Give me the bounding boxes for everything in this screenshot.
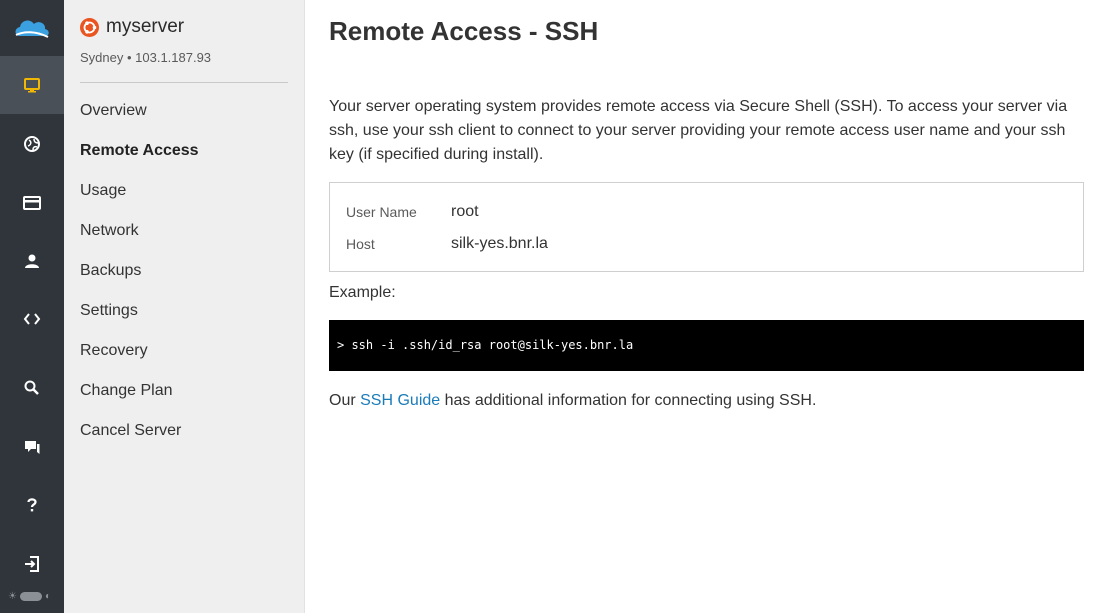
host-value: silk-yes.bnr.la [451, 235, 548, 252]
ssh-command-example: > ssh -i .ssh/id_rsa root@silk-yes.bnr.l… [329, 320, 1084, 371]
credentials-box: User Name root Host silk-yes.bnr.la [329, 182, 1084, 272]
nav-network[interactable]: Network [80, 220, 199, 260]
help-icon [27, 498, 37, 512]
ssh-guide-link[interactable]: SSH Guide [360, 392, 440, 409]
rail-support[interactable] [0, 418, 64, 476]
nav-remote-access[interactable]: Remote Access [80, 140, 199, 180]
example-label: Example: [329, 284, 396, 301]
code-icon [23, 313, 41, 325]
rail-help[interactable] [0, 476, 64, 534]
page-title: Remote Access - SSH [329, 16, 599, 46]
toggle-track[interactable] [19, 591, 42, 601]
nav-change-plan[interactable]: Change Plan [80, 380, 199, 420]
server-location: Sydney • 103.1.187.93 [80, 50, 212, 65]
theme-toggle[interactable]: ☀ ◐ [8, 590, 58, 602]
username-label: User Name [346, 204, 417, 220]
credit-card-icon [23, 196, 41, 210]
rail-billing[interactable] [0, 174, 64, 232]
host-row: Host silk-yes.bnr.la [346, 235, 548, 253]
rail-search[interactable] [0, 359, 64, 417]
host-label: Host [346, 236, 375, 252]
nav-settings[interactable]: Settings [80, 300, 199, 340]
username-value: root [451, 203, 479, 220]
guide-note-prefix: Our [329, 392, 361, 409]
rail-account[interactable] [0, 232, 64, 290]
nav-cancel-server[interactable]: Cancel Server [80, 420, 199, 460]
rail-api[interactable] [0, 290, 64, 348]
nav-overview[interactable]: Overview [80, 100, 199, 140]
nav-backups[interactable]: Backups [80, 260, 199, 300]
sun-icon: ☀ [8, 590, 17, 602]
monitor-icon [24, 78, 40, 93]
rail-servers[interactable] [0, 56, 64, 114]
rail-logout[interactable] [0, 535, 64, 593]
server-header: myserver [80, 16, 184, 38]
ubuntu-icon [80, 17, 99, 37]
intro-text: Your server operating system provides re… [329, 98, 1068, 163]
divider [80, 82, 288, 83]
nav-recovery[interactable]: Recovery [80, 340, 199, 380]
icon-rail: ☀ ◐ [0, 0, 64, 613]
nav-usage[interactable]: Usage [80, 180, 199, 220]
user-icon [25, 254, 39, 268]
logout-icon [25, 556, 39, 572]
chat-icon [25, 441, 40, 454]
cloud-logo-icon[interactable] [12, 14, 52, 44]
guide-note: Our SSH Guide has additional information… [329, 390, 816, 412]
server-subnav: myserver Sydney • 103.1.187.93 Overview … [64, 0, 305, 613]
rail-dns[interactable] [0, 115, 64, 173]
search-icon [24, 380, 39, 395]
username-row: User Name root [346, 203, 479, 221]
server-name: myserver [106, 16, 185, 37]
server-menu: Overview Remote Access Usage Network Bac… [80, 100, 199, 460]
moon-icon: ◐ [44, 590, 52, 602]
guide-note-suffix: has additional information for connectin… [440, 392, 817, 409]
globe-icon [24, 136, 40, 152]
